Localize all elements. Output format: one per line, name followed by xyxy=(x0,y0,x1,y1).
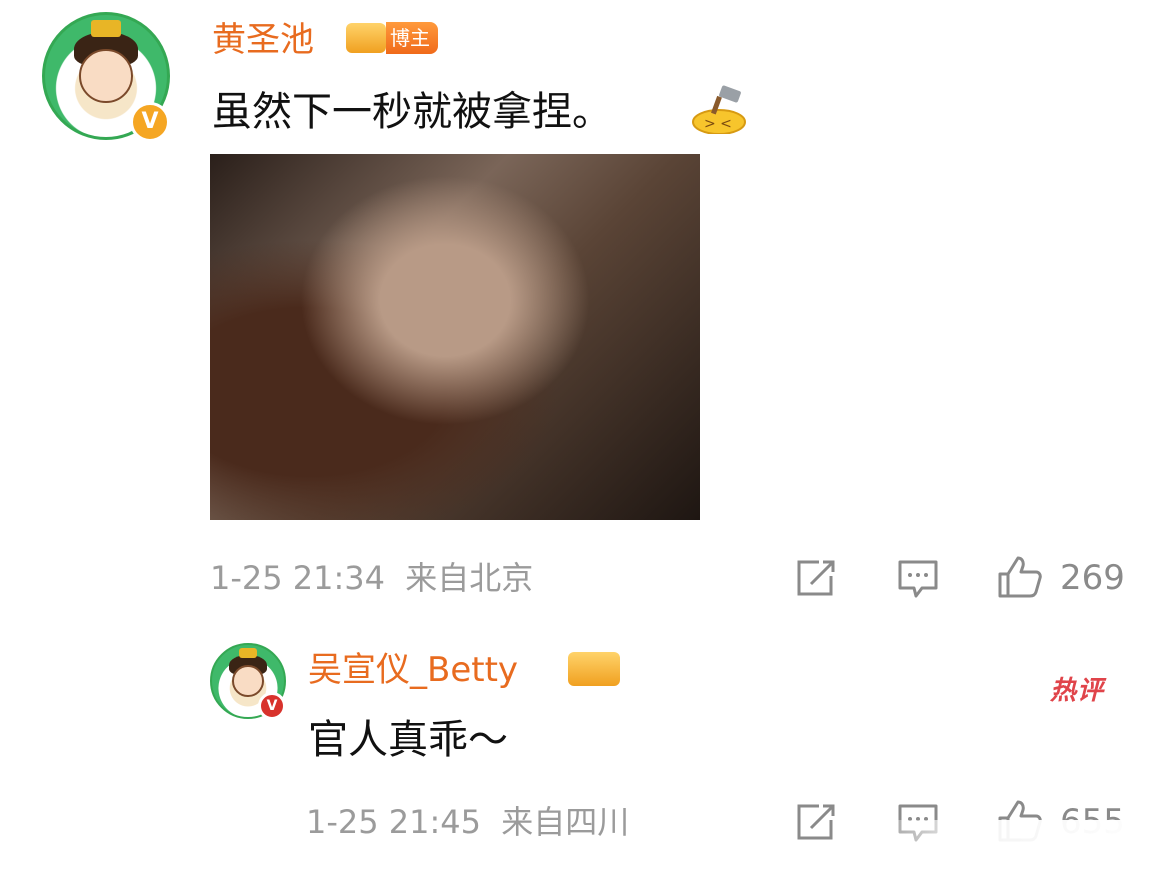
bottom-fade-overlay xyxy=(860,820,1170,870)
reply-username[interactable]: 吴宣仪_Betty xyxy=(308,650,518,690)
blogger-badge-label: 博主 xyxy=(386,22,438,54)
svg-text:> <: > < xyxy=(704,116,732,132)
share-icon[interactable] xyxy=(795,558,837,598)
reply-text: 官人真乖～ xyxy=(308,717,508,763)
crown-badge-icon xyxy=(568,652,620,686)
comment-text: 虽然下一秒就被拿捏。 xyxy=(212,89,612,135)
crown-badge-icon xyxy=(346,23,386,53)
avatar-face xyxy=(79,49,133,103)
avatar-face xyxy=(232,665,264,697)
reply-meta: 1-25 21:45 来自四川 xyxy=(306,802,629,842)
reply-location: 来自四川 xyxy=(501,803,630,841)
vip-badge: 博主 xyxy=(346,22,438,56)
avatar-crown xyxy=(239,647,257,658)
vip-badge xyxy=(568,652,620,690)
comment-image[interactable] xyxy=(210,154,700,520)
like-icon[interactable] xyxy=(996,554,1044,600)
comment-icon[interactable] xyxy=(896,558,940,600)
avatar-crown xyxy=(91,19,121,37)
comment-username[interactable]: 黄圣池 xyxy=(212,20,314,60)
comment-location: 来自北京 xyxy=(405,559,534,597)
verified-icon: V xyxy=(130,102,170,142)
reply-timestamp: 1-25 21:45 xyxy=(306,803,482,841)
comment-meta: 1-25 21:34 来自北京 xyxy=(210,558,533,598)
verified-icon: V xyxy=(258,692,286,720)
like-count: 269 xyxy=(1060,558,1125,598)
hammer-emoji-icon: > < xyxy=(690,84,748,135)
share-icon[interactable] xyxy=(795,802,837,842)
hot-comment-badge: 热评 xyxy=(1050,676,1105,706)
comment-timestamp: 1-25 21:34 xyxy=(210,559,386,597)
